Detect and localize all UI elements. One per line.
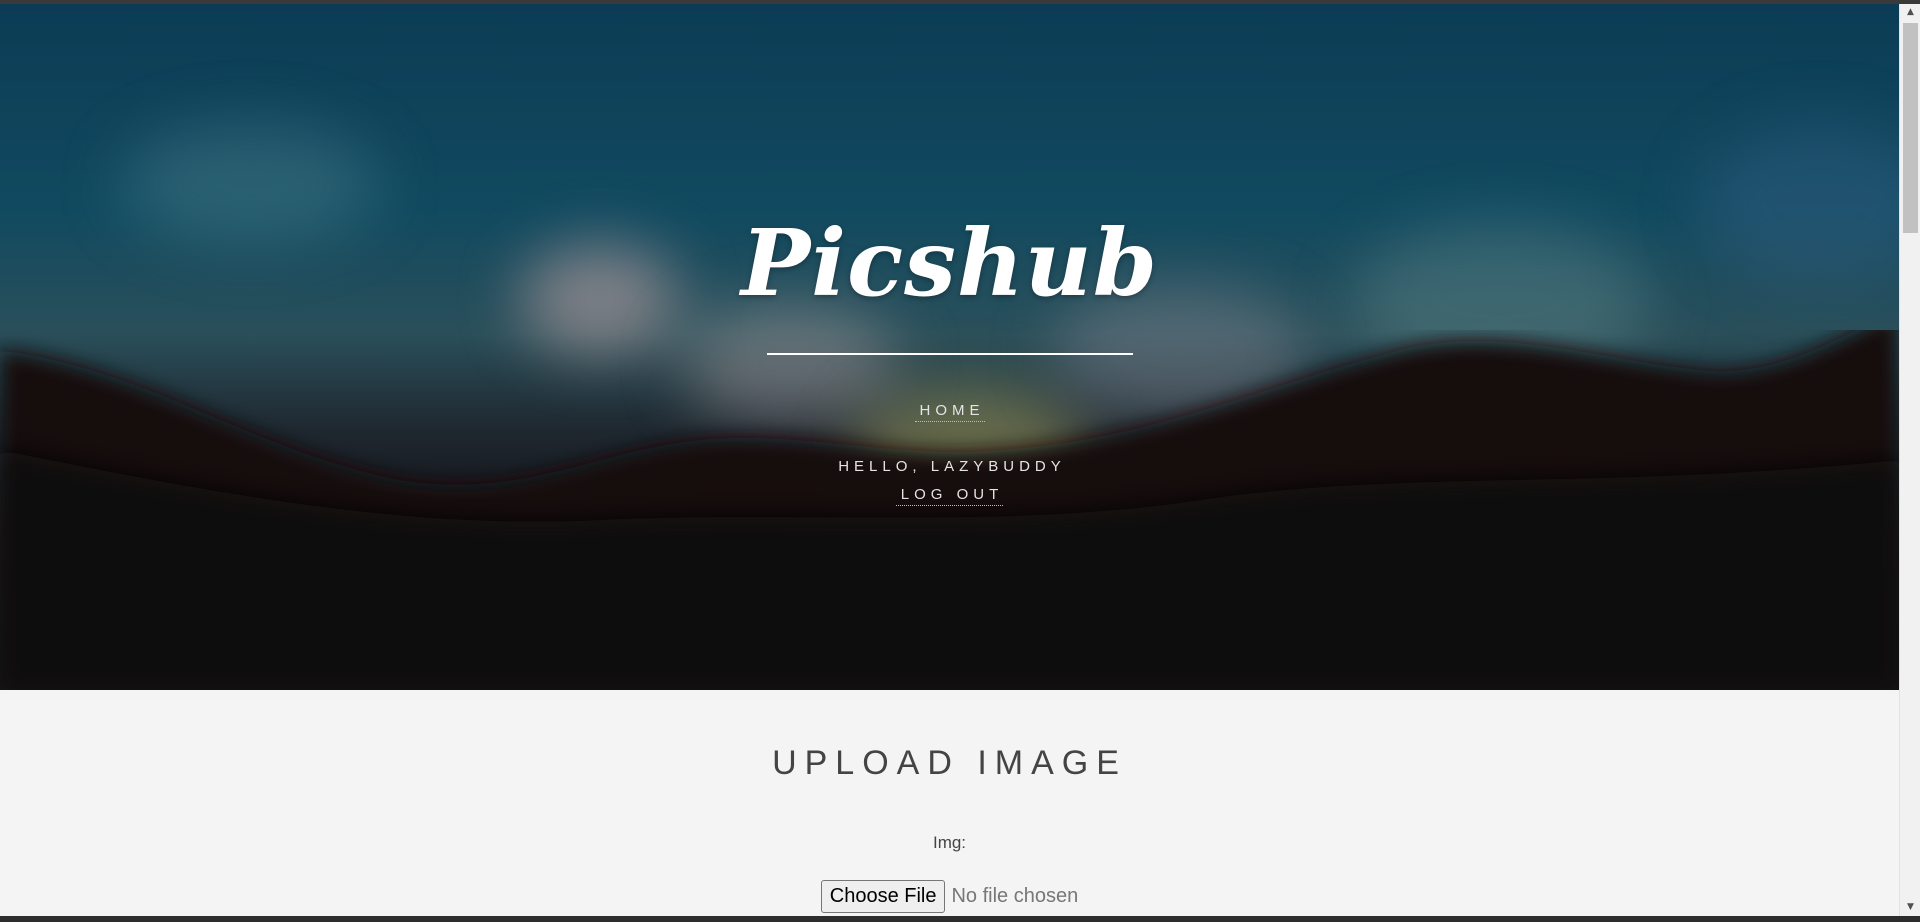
file-input-row: Choose File No file chosen xyxy=(0,880,1899,913)
file-status-text: No file chosen xyxy=(951,885,1079,907)
scrollbar-thumb[interactable] xyxy=(1903,23,1918,233)
greeting-text: HELLO, LAZYBUDDY xyxy=(838,458,1066,475)
greeting: HELLO, LAZYBUDDY xyxy=(0,458,1899,477)
logo-divider xyxy=(767,353,1133,355)
vertical-scrollbar[interactable]: ▲ ▼ xyxy=(1899,4,1920,916)
img-field-label: Img: xyxy=(932,833,967,852)
nav-home: HOME xyxy=(0,402,1899,422)
site-logo[interactable]: Picshub xyxy=(0,209,1899,317)
home-link[interactable]: HOME xyxy=(914,402,985,422)
choose-file-button[interactable]: Choose File xyxy=(820,880,946,913)
upload-title: UPLOAD IMAGE xyxy=(772,744,1127,782)
scroll-up-arrow-icon[interactable]: ▲ xyxy=(1900,4,1920,21)
file-input[interactable]: Choose File No file chosen xyxy=(820,880,1079,913)
browser-bottom-edge xyxy=(0,916,1920,922)
scroll-down-arrow-icon[interactable]: ▼ xyxy=(1900,899,1920,916)
page-viewport: Picshub HOME HELLO, LAZYBUDDY LOG OUT UP… xyxy=(0,4,1899,916)
hero-content: Picshub HOME HELLO, LAZYBUDDY LOG OUT xyxy=(0,4,1899,690)
logout-link[interactable]: LOG OUT xyxy=(895,486,1004,506)
nav-logout: LOG OUT xyxy=(0,486,1899,506)
hero-banner: Picshub HOME HELLO, LAZYBUDDY LOG OUT xyxy=(0,4,1899,690)
